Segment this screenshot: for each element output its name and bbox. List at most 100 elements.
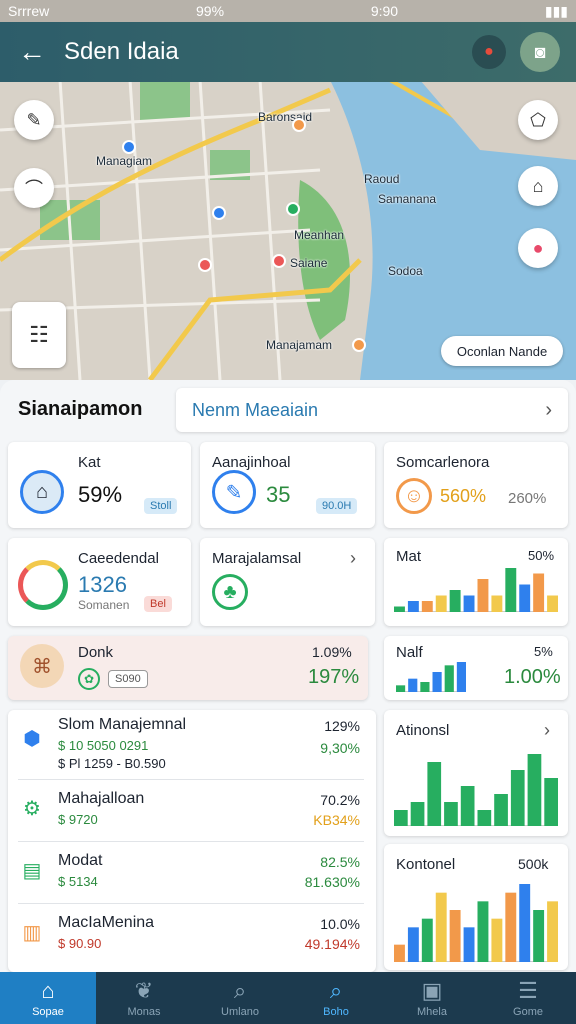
card-kontonel[interactable]: Kontonel 500k (384, 844, 568, 970)
avatar[interactable]: ◙ (520, 32, 560, 72)
chevron-right-icon: › (545, 398, 552, 421)
page-title: Sden Idaia (64, 38, 179, 65)
chart-bar (510, 770, 525, 826)
item-value: 70.2% (320, 792, 360, 808)
map-measure-button[interactable]: ⬠ (518, 100, 558, 140)
tab-boho[interactable]: ⌕ Boho (288, 972, 384, 1024)
chart-bar (519, 584, 531, 612)
list-item[interactable]: ⚙ Mahajalloan $ 9720 70.2% KB34% (8, 780, 374, 842)
card-value: 1.09% (312, 644, 352, 660)
bottom-tab-bar: ⌂ Sopae ❦ Monas ⌕ Umlano ⌕ Boho ▣ Mhela ☰ Gome (0, 972, 576, 1024)
map-marker[interactable] (212, 206, 226, 220)
sheet-icon: ▤ (22, 859, 42, 882)
chart-bar (527, 754, 542, 826)
map-marker[interactable] (198, 258, 212, 272)
map-draw-button[interactable]: ⌒ (14, 168, 54, 208)
card-atinonsl[interactable]: Atinonsl › (384, 710, 568, 836)
bar-chart (394, 568, 558, 612)
layers-button[interactable]: ☷ (12, 302, 66, 368)
sun-icon: ☺ (396, 478, 432, 514)
app-bar: ← Sden Idaia ● ◙ (0, 22, 576, 82)
tree-icon: ♣ (212, 574, 248, 610)
map-label: Managiam (96, 154, 153, 168)
tab-home[interactable]: ⌂ Sopae (0, 972, 96, 1024)
map-tool-button[interactable]: ✎ (14, 100, 54, 140)
chart-bar (444, 802, 458, 826)
item-value: 129% (324, 718, 360, 734)
card-value: 50% (528, 548, 555, 563)
chart-bar (460, 786, 475, 826)
card-caeedendal[interactable]: Caeedendal 1326 Somanen Bel (8, 538, 191, 626)
tab-gome[interactable]: ☰ Gome (480, 972, 576, 1024)
chart-bar (394, 944, 405, 962)
shield-icon: ⬢ (23, 727, 41, 750)
chart-bar (463, 595, 475, 612)
tab-label: Monas (127, 1006, 161, 1018)
list-item[interactable]: ▥ MacIaMenina $ 90.90 10.0% 49.194% (8, 904, 374, 966)
card-label: Marajalamsal (212, 550, 302, 567)
card-mat[interactable]: Mat 50% (384, 538, 568, 626)
building-icon: ⌂ (20, 470, 64, 514)
area-icon: ⬠ (530, 109, 546, 130)
map-marker[interactable] (272, 254, 286, 268)
chart-bar (547, 901, 558, 962)
pin-icon: ● (484, 43, 494, 60)
card-anajinhoal[interactable]: ✎ Aanajinhoal 35 90.0H (200, 442, 375, 528)
map-label: Sodoa (388, 264, 423, 278)
shape-icon: ⌂ (532, 175, 544, 196)
item-name: Mahajalloan (58, 790, 145, 807)
item-sub: $ 9720 (58, 812, 98, 827)
item-value: 82.5% (320, 854, 360, 870)
search-icon: ⌕ (233, 978, 247, 1003)
chart-bar (533, 573, 545, 612)
map-marker[interactable] (122, 140, 136, 154)
card-label: Caeedendal (78, 550, 159, 567)
card-somcarlenora[interactable]: Somcarlenora ☺ 560% 260% (384, 442, 568, 528)
map-marker[interactable] (286, 202, 300, 216)
route-chip[interactable]: Oconlan Nande (441, 336, 563, 366)
sheet-title: Sianaipamon (18, 398, 143, 420)
bar-chart (396, 662, 466, 692)
chart-bar (449, 910, 461, 962)
item-value-secondary: 49.194% (304, 936, 360, 952)
chart-bar (544, 778, 558, 826)
card-nalf[interactable]: Nalf 5% 1.00% (384, 636, 568, 700)
map-marker[interactable] (292, 118, 306, 132)
tab-mhela[interactable]: ▣ Mhela (384, 972, 480, 1024)
map-marker[interactable] (352, 338, 366, 352)
chart-bar (420, 682, 430, 692)
status-badge: Bel (144, 596, 172, 612)
card-value-secondary: 1.00% (504, 666, 561, 688)
status-badge: S090 (108, 670, 148, 688)
status-badge: Stoll (144, 498, 178, 514)
card-sub: Somanen (78, 598, 130, 612)
tab-umlano[interactable]: ⌕ Umlano (192, 972, 288, 1024)
card-marajalamsal[interactable]: Marajalamsal › ♣ (200, 538, 375, 626)
tab-monas[interactable]: ❦ Monas (96, 972, 192, 1024)
map-location-button[interactable]: ● (518, 228, 558, 268)
list-item[interactable]: ▤ Modat $ 5134 82.5% 81.630% (8, 842, 374, 904)
card-value: 1326 (78, 572, 127, 597)
tab-label: Boho (323, 1006, 349, 1018)
card-label: Aanajinhoal (212, 454, 291, 471)
back-button[interactable]: ← (0, 22, 64, 82)
map-pin-button[interactable]: ● (472, 35, 506, 69)
bottom-sheet: Sianaipamon Nenm Maeaiain › ⌂ Kat 59% St… (0, 380, 576, 972)
card-label: Mat (396, 548, 422, 565)
search-field[interactable]: Nenm Maeaiain › (176, 388, 568, 432)
map-label: Saiane (290, 256, 328, 270)
chart-bar (427, 762, 442, 826)
list-item[interactable]: ⬢ Slom Manajemnal $ 10 5050 0291 $ Pl 12… (8, 710, 374, 780)
location-icon: ● (532, 237, 544, 258)
clover-icon: ✿ (78, 668, 100, 690)
chart-bar (407, 601, 419, 612)
card-kat[interactable]: ⌂ Kat 59% Stoll (8, 442, 191, 528)
map-layer-button[interactable]: ⌂ (518, 166, 558, 206)
card-label: Atinonsl (396, 722, 450, 739)
map-label: Raoud (364, 172, 400, 186)
chart-bar (394, 810, 408, 826)
card-donk[interactable]: ⌘ Donk ✿ S090 1.09% 197% (8, 636, 368, 700)
item-name: Slom Manajemnal (58, 716, 187, 733)
chart-bar (477, 810, 492, 826)
item-sub-secondary: $ Pl 1259 - B0.590 (58, 756, 166, 771)
